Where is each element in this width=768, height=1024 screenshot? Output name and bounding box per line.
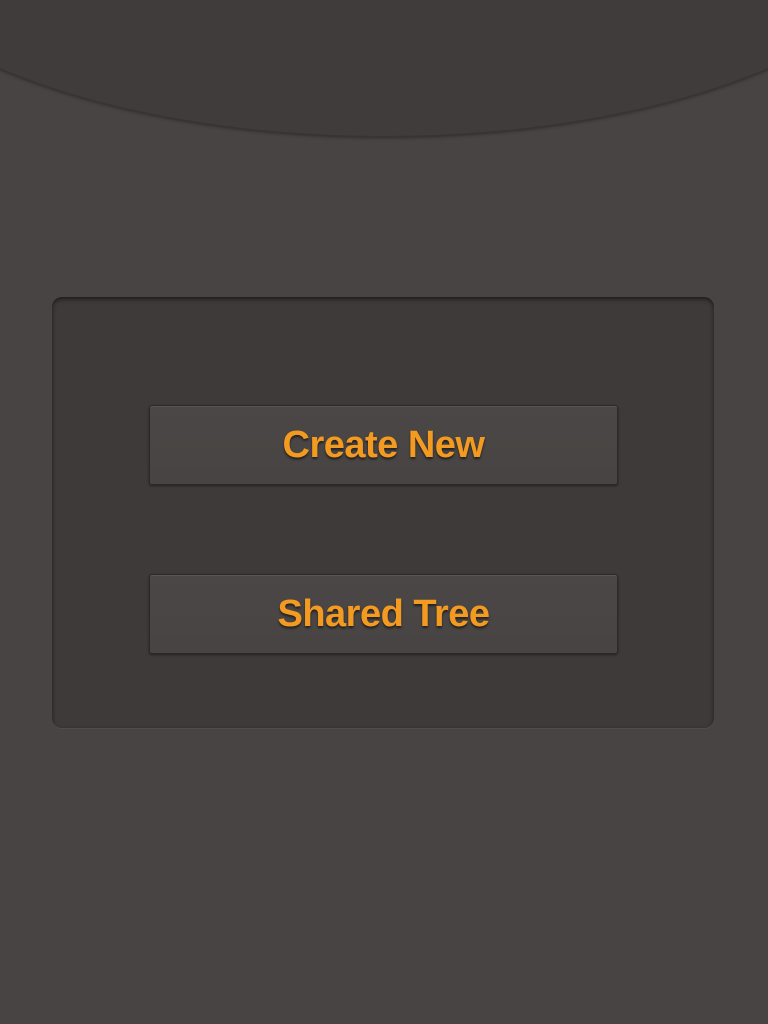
header-arc [0,0,768,136]
shared-tree-button[interactable]: Shared Tree [149,574,618,654]
shared-tree-label: Shared Tree [277,592,490,635]
menu-panel [52,297,714,728]
main-screen: Create New Shared Tree [0,0,768,1024]
create-new-button[interactable]: Create New [149,405,618,485]
create-new-label: Create New [282,423,485,466]
